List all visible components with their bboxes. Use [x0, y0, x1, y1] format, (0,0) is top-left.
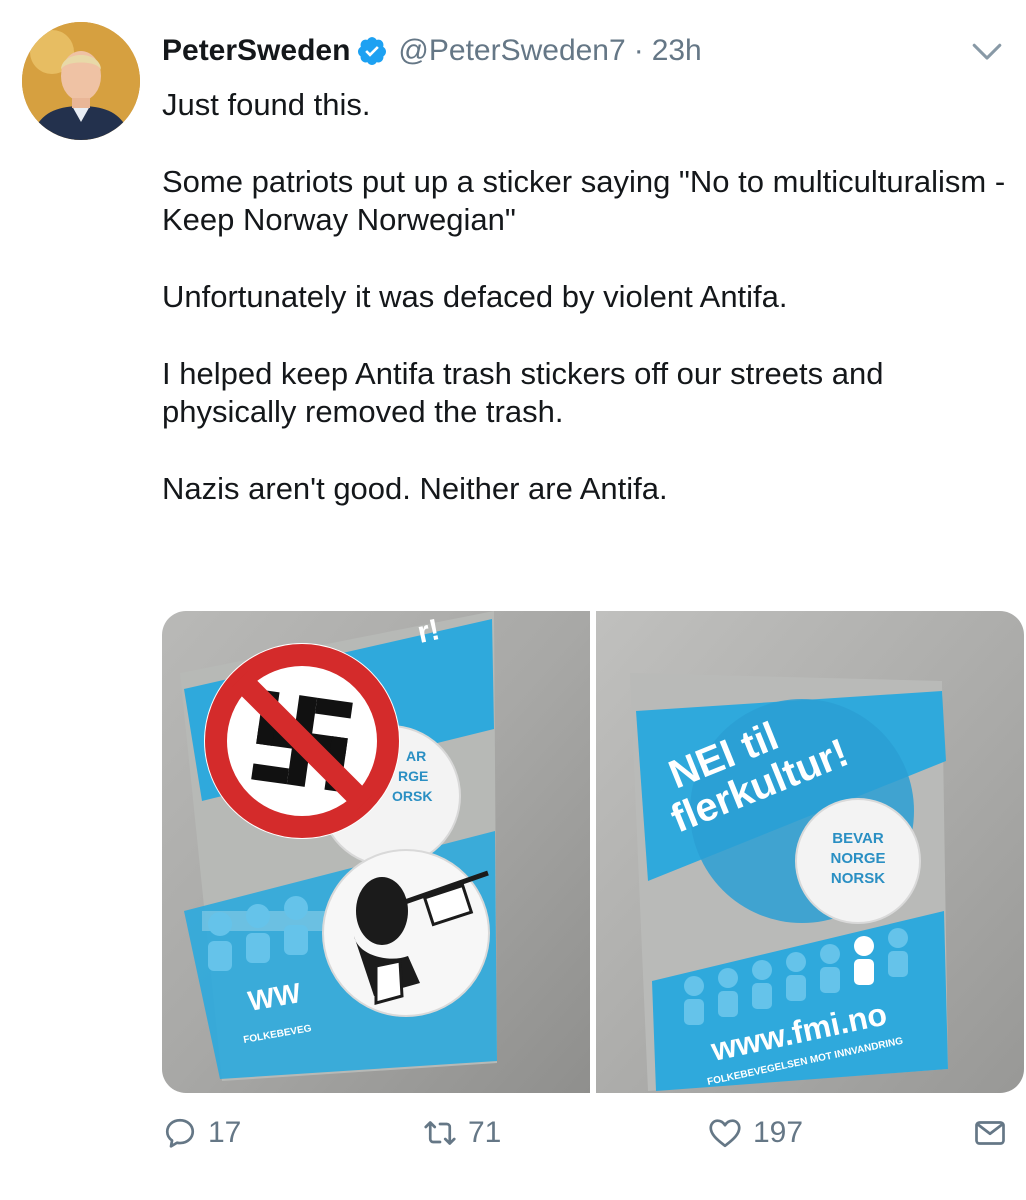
photo-left-image: WW FOLKEBEVEG NG r! AR RGE ORSK — [162, 611, 590, 1093]
reply-button[interactable]: 17 — [162, 1115, 241, 1151]
retweet-icon — [424, 1121, 456, 1145]
tweet-text: Just found this. Some patriots put up a … — [162, 86, 1007, 547]
left-badge-fragment: AR — [406, 748, 426, 764]
share-button[interactable] — [972, 1115, 1008, 1151]
photo-right-image: NEI til flerkultur! BEVAR NORGE NORSK ww… — [596, 611, 1024, 1093]
photo-left[interactable]: WW FOLKEBEVEG NG r! AR RGE ORSK — [162, 611, 590, 1093]
tweet-paragraph: Unfortunately it was defaced by violent … — [162, 279, 788, 314]
tweet-timestamp[interactable]: 23h — [652, 34, 702, 68]
tweet-paragraph: Nazis aren't good. Neither are Antifa. — [162, 471, 668, 506]
avatar-image — [22, 22, 140, 140]
tweet-header: PeterSweden @PeterSweden7 · 23h — [162, 26, 702, 76]
right-badge-line1: BEVAR — [832, 830, 884, 847]
verified-badge-icon — [358, 37, 387, 65]
like-button[interactable]: 197 — [707, 1115, 803, 1151]
tweet-paragraph: I helped keep Antifa trash stickers off … — [162, 356, 884, 429]
share-mail-icon — [975, 1121, 1005, 1145]
photo-right[interactable]: NEI til flerkultur! BEVAR NORGE NORSK ww… — [596, 611, 1024, 1093]
avatar[interactable] — [22, 22, 140, 140]
left-badge-fragment: ORSK — [392, 788, 432, 804]
tweet-media: WW FOLKEBEVEG NG r! AR RGE ORSK — [162, 611, 1024, 1093]
tweet-paragraph: Just found this. — [162, 87, 371, 122]
heart-icon — [709, 1119, 741, 1148]
no-symbol-sticker — [204, 643, 400, 839]
user-handle[interactable]: @PeterSweden7 — [398, 34, 625, 68]
reply-count: 17 — [208, 1116, 242, 1149]
retweet-button[interactable]: 71 — [422, 1115, 501, 1151]
left-badge-fragment: RGE — [398, 768, 428, 784]
reply-icon — [165, 1118, 195, 1148]
display-name[interactable]: PeterSweden — [162, 34, 350, 68]
chevron-down-icon[interactable] — [970, 34, 1004, 68]
right-badge-line2: NORGE — [830, 850, 885, 867]
tweet-paragraph: Some patriots put up a sticker saying "N… — [162, 164, 1006, 237]
right-badge-line3: NORSK — [831, 870, 885, 887]
like-count: 197 — [753, 1116, 804, 1149]
separator-dot: · — [633, 34, 644, 67]
cartoon-sticker — [322, 849, 490, 1017]
retweet-count: 71 — [468, 1116, 502, 1149]
tweet-actions: 17 71 197 — [162, 1115, 1012, 1165]
